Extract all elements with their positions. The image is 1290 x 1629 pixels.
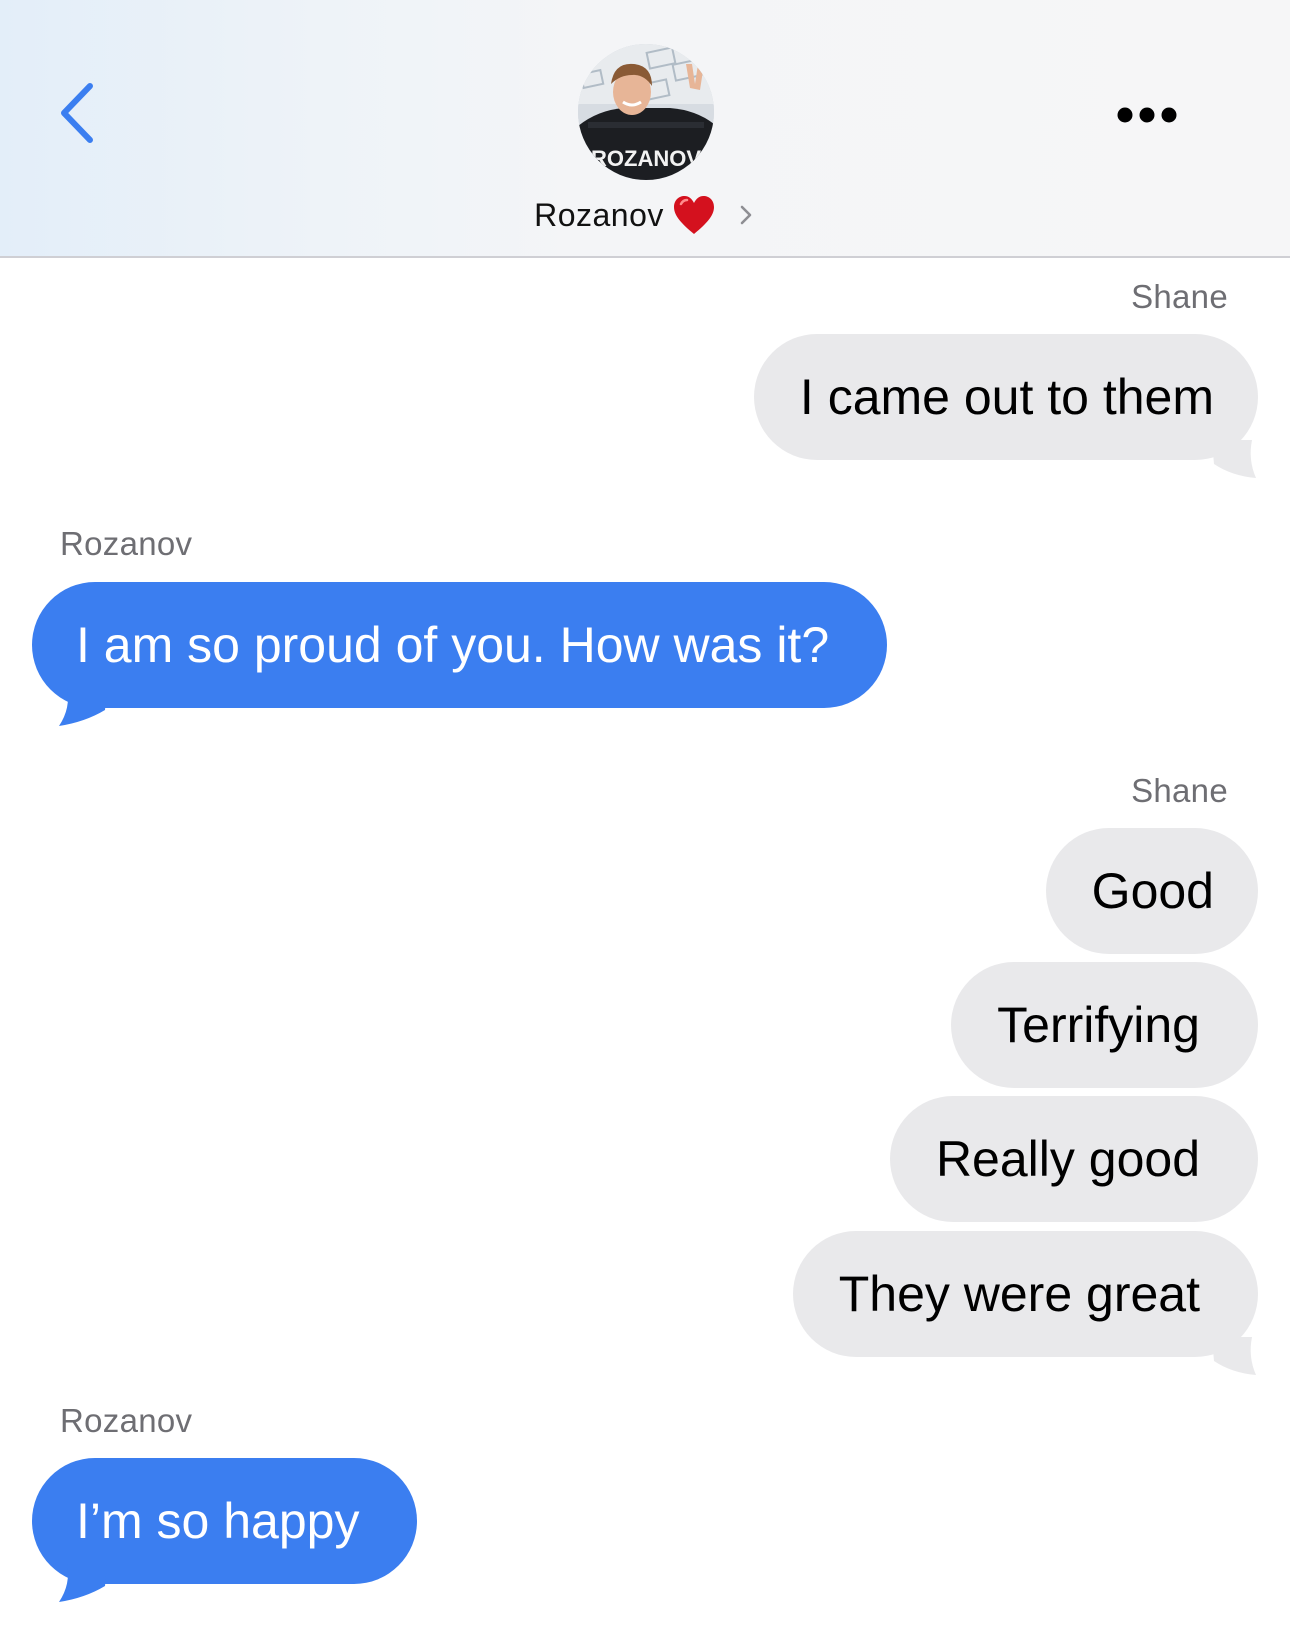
avatar-jersey-text: ROZANOV <box>591 146 701 171</box>
message-text: Good <box>1091 863 1214 919</box>
bubble-tail <box>1212 1337 1256 1375</box>
contact-name: Rozanov <box>534 196 664 233</box>
avatar-photo: ROZANOV <box>578 44 714 180</box>
chevron-right-icon <box>740 205 752 225</box>
red-heart-icon <box>673 196 714 234</box>
message-text: I am so proud of you. How was it? <box>76 617 830 673</box>
message-bubble-outgoing[interactable]: They were great <box>792 1231 1258 1357</box>
message-bubble-outgoing[interactable]: Good <box>1045 828 1258 954</box>
message-text: Really good <box>935 1131 1200 1187</box>
message-bubble-outgoing[interactable]: Really good <box>889 1096 1258 1222</box>
message-bubble-incoming[interactable]: I am so proud of you. How was it? <box>32 582 888 708</box>
chevron-left-icon <box>61 83 93 143</box>
message-bubble-outgoing[interactable]: Terrifying <box>951 962 1258 1088</box>
message-text: I’m so happy <box>76 1493 360 1549</box>
more-options-button[interactable] <box>1110 95 1190 135</box>
bubble-tail <box>1212 440 1256 478</box>
sender-label: Rozanov <box>60 1402 193 1439</box>
ellipsis-icon <box>1117 107 1177 123</box>
bubble-tail <box>59 1564 107 1602</box>
contact-name-button[interactable]: Rozanov <box>0 190 1290 240</box>
back-button[interactable] <box>52 78 112 148</box>
conversation-header: ROZANOV Rozanov <box>0 0 1290 258</box>
message-bubble-outgoing[interactable]: I came out to them <box>753 334 1258 460</box>
bubble-tail <box>59 688 107 726</box>
message-text: They were great <box>838 1266 1200 1322</box>
message-text: I came out to them <box>799 369 1214 425</box>
message-text: Terrifying <box>997 997 1200 1053</box>
sender-label: Shane <box>1131 278 1228 315</box>
sender-label: Rozanov <box>60 525 193 562</box>
avatar[interactable]: ROZANOV <box>578 44 714 180</box>
sender-label: Shane <box>1131 772 1228 809</box>
